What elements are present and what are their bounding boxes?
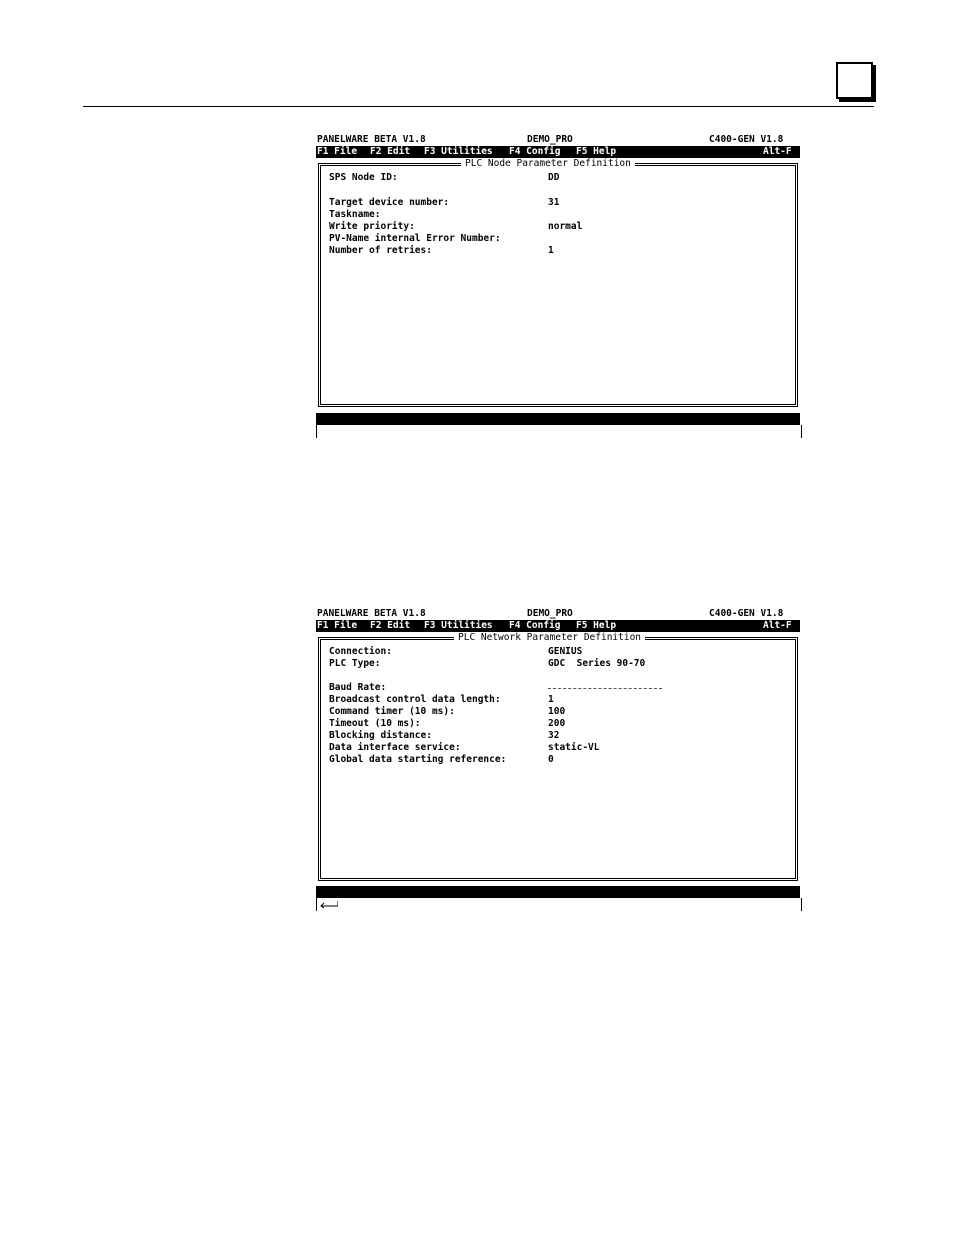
field-value-broadcast-length[interactable]: 1 bbox=[548, 694, 554, 706]
field-label-number-of-retries: Number of retries: bbox=[329, 245, 432, 256]
field-label-data-interface-service: Data interface service: bbox=[329, 742, 461, 753]
app-version: C400-GEN V1.8 bbox=[709, 134, 784, 145]
function-key-bar: F4 Accept F10 Exit bbox=[316, 886, 800, 909]
field-label-global-data-reference: Global data starting reference: bbox=[329, 754, 507, 765]
menu-utilities[interactable]: F3 Utilities bbox=[424, 146, 493, 158]
menu-utilities[interactable]: F3 Utilities bbox=[424, 620, 493, 632]
field-value-blocking-distance[interactable]: 32 bbox=[548, 730, 559, 742]
field-label-connection: Connection: bbox=[329, 646, 392, 657]
header-rule bbox=[83, 106, 874, 107]
field-value-global-data-reference[interactable]: 0 bbox=[548, 754, 554, 766]
menu-config[interactable]: F4 Config bbox=[509, 620, 560, 632]
dialog-title: PLC Network Parameter Definition bbox=[454, 632, 646, 644]
menu-config[interactable]: F4 Config bbox=[509, 146, 560, 158]
menu-edit[interactable]: F2 Edit bbox=[370, 620, 410, 632]
dialog-title: PLC Node Parameter Definition bbox=[461, 158, 635, 170]
baud-rate-empty-field[interactable] bbox=[548, 688, 662, 689]
menu-file[interactable]: F1 File bbox=[317, 146, 357, 158]
field-label-blocking-distance: Blocking distance: bbox=[329, 730, 432, 741]
enter-key-icon bbox=[320, 901, 338, 908]
menu-bar: F1 File F2 Edit F3 Utilities F4 Config F… bbox=[316, 146, 800, 158]
menu-shortcut-hint: Alt-F bbox=[763, 146, 792, 157]
dialog-frame: PLC Network Parameter Definition Connect… bbox=[318, 632, 798, 881]
app-title: PANELWARE BETA V1.8 bbox=[317, 134, 426, 145]
project-name: DEMO_PRO bbox=[527, 134, 573, 145]
function-key-bar: F1 PLC Network Parameters F4 Accept F10 … bbox=[316, 413, 800, 436]
field-value-plc-type[interactable]: GDC Series 90-70 bbox=[548, 658, 645, 670]
field-label-baud-rate: Baud Rate: bbox=[329, 682, 387, 693]
screen-plc-network-parameters: PANELWARE BETA V1.8 DEMO_PRO C400-GEN V1… bbox=[316, 608, 802, 912]
field-value-write-priority[interactable]: normal bbox=[548, 221, 582, 233]
field-value-command-timer[interactable]: 100 bbox=[548, 706, 565, 718]
field-value-connection[interactable]: GENIUS bbox=[548, 646, 582, 658]
field-label-sps-node-id: SPS Node ID: bbox=[329, 172, 398, 183]
field-label-target-device: Target device number: bbox=[329, 197, 450, 208]
status-line bbox=[316, 425, 802, 438]
field-value-data-interface-service[interactable]: static-VL bbox=[548, 742, 599, 754]
menu-help[interactable]: F5 Help bbox=[576, 620, 616, 632]
field-label-write-priority: Write priority: bbox=[329, 221, 415, 232]
field-label-command-timer: Command timer (10 ms): bbox=[329, 706, 455, 717]
field-label-taskname: Taskname: bbox=[329, 209, 381, 220]
menu-bar: F1 File F2 Edit F3 Utilities F4 Config F… bbox=[316, 620, 800, 632]
field-value-number-of-retries[interactable]: 1 bbox=[548, 245, 554, 257]
field-label-timeout: Timeout (10 ms): bbox=[329, 718, 421, 729]
screen-plc-node-parameters: PANELWARE BETA V1.8 DEMO_PRO C400-GEN V1… bbox=[316, 134, 802, 438]
section-tab-marker bbox=[836, 62, 873, 99]
menu-file[interactable]: F1 File bbox=[317, 620, 357, 632]
project-name: DEMO_PRO bbox=[527, 608, 573, 619]
app-title: PANELWARE BETA V1.8 bbox=[317, 608, 426, 619]
field-label-pv-name-error: PV-Name internal Error Number: bbox=[329, 233, 501, 244]
dialog-frame: PLC Node Parameter Definition SPS Node I… bbox=[318, 158, 798, 407]
field-label-broadcast-length: Broadcast control data length: bbox=[329, 694, 501, 705]
field-value-target-device[interactable]: 31 bbox=[548, 197, 559, 209]
field-label-plc-type: PLC Type: bbox=[329, 658, 381, 669]
menu-help[interactable]: F5 Help bbox=[576, 146, 616, 158]
title-line: PANELWARE BETA V1.8 DEMO_PRO C400-GEN V1… bbox=[316, 608, 800, 620]
field-value-sps-node-id[interactable]: DD bbox=[548, 172, 559, 184]
app-version: C400-GEN V1.8 bbox=[709, 608, 784, 619]
title-line: PANELWARE BETA V1.8 DEMO_PRO C400-GEN V1… bbox=[316, 134, 800, 146]
field-value-timeout[interactable]: 200 bbox=[548, 718, 565, 730]
menu-edit[interactable]: F2 Edit bbox=[370, 146, 410, 158]
menu-shortcut-hint: Alt-F bbox=[763, 620, 792, 631]
status-line bbox=[316, 898, 802, 911]
